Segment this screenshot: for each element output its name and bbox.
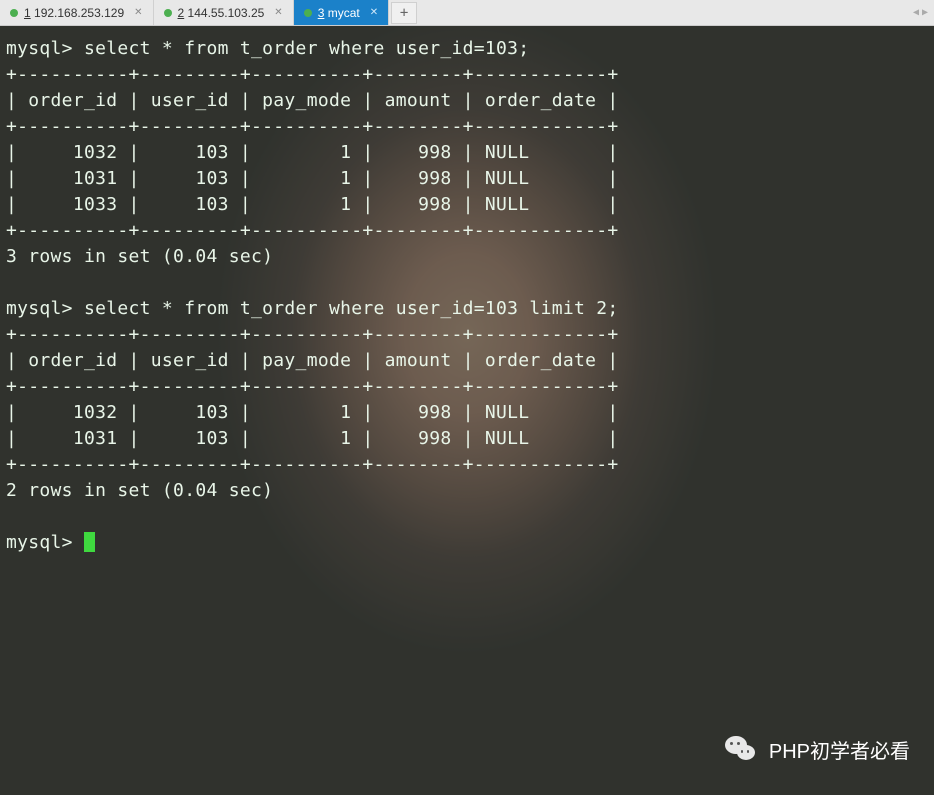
status-dot-icon — [164, 9, 172, 17]
chevron-left-icon[interactable]: ◀ — [913, 7, 919, 18]
close-icon[interactable]: ✕ — [274, 7, 282, 18]
tab-number: 3 — [318, 6, 325, 20]
tab-session-2[interactable]: 2 144.55.103.25 ✕ — [154, 0, 294, 25]
tab-session-1[interactable]: 1 192.168.253.129 ✕ — [0, 0, 154, 25]
tab-number: 1 — [24, 6, 31, 20]
terminal-output[interactable]: mysql> select * from t_order where user_… — [0, 26, 934, 795]
tab-bar: 1 192.168.253.129 ✕ 2 144.55.103.25 ✕ 3 … — [0, 0, 934, 26]
terminal-cursor — [84, 532, 95, 552]
tab-label: 144.55.103.25 — [188, 6, 265, 20]
status-dot-icon — [10, 9, 18, 17]
wechat-icon — [723, 731, 759, 767]
watermark: PHP初学者必看 — [723, 731, 910, 767]
tab-label: 192.168.253.129 — [34, 6, 124, 20]
close-icon[interactable]: ✕ — [134, 7, 142, 18]
tab-session-3[interactable]: 3 mycat ✕ — [294, 0, 389, 25]
close-icon[interactable]: ✕ — [370, 7, 378, 18]
add-tab-button[interactable]: + — [391, 2, 417, 24]
terminal-area[interactable]: mysql> select * from t_order where user_… — [0, 26, 934, 795]
chevron-right-icon[interactable]: ▶ — [922, 7, 928, 18]
watermark-text: PHP初学者必看 — [769, 735, 910, 764]
tab-nav-arrows: ◀ ▶ — [913, 7, 934, 18]
tab-number: 2 — [178, 6, 185, 20]
tab-label: mycat — [328, 6, 360, 20]
status-dot-icon — [304, 9, 312, 17]
